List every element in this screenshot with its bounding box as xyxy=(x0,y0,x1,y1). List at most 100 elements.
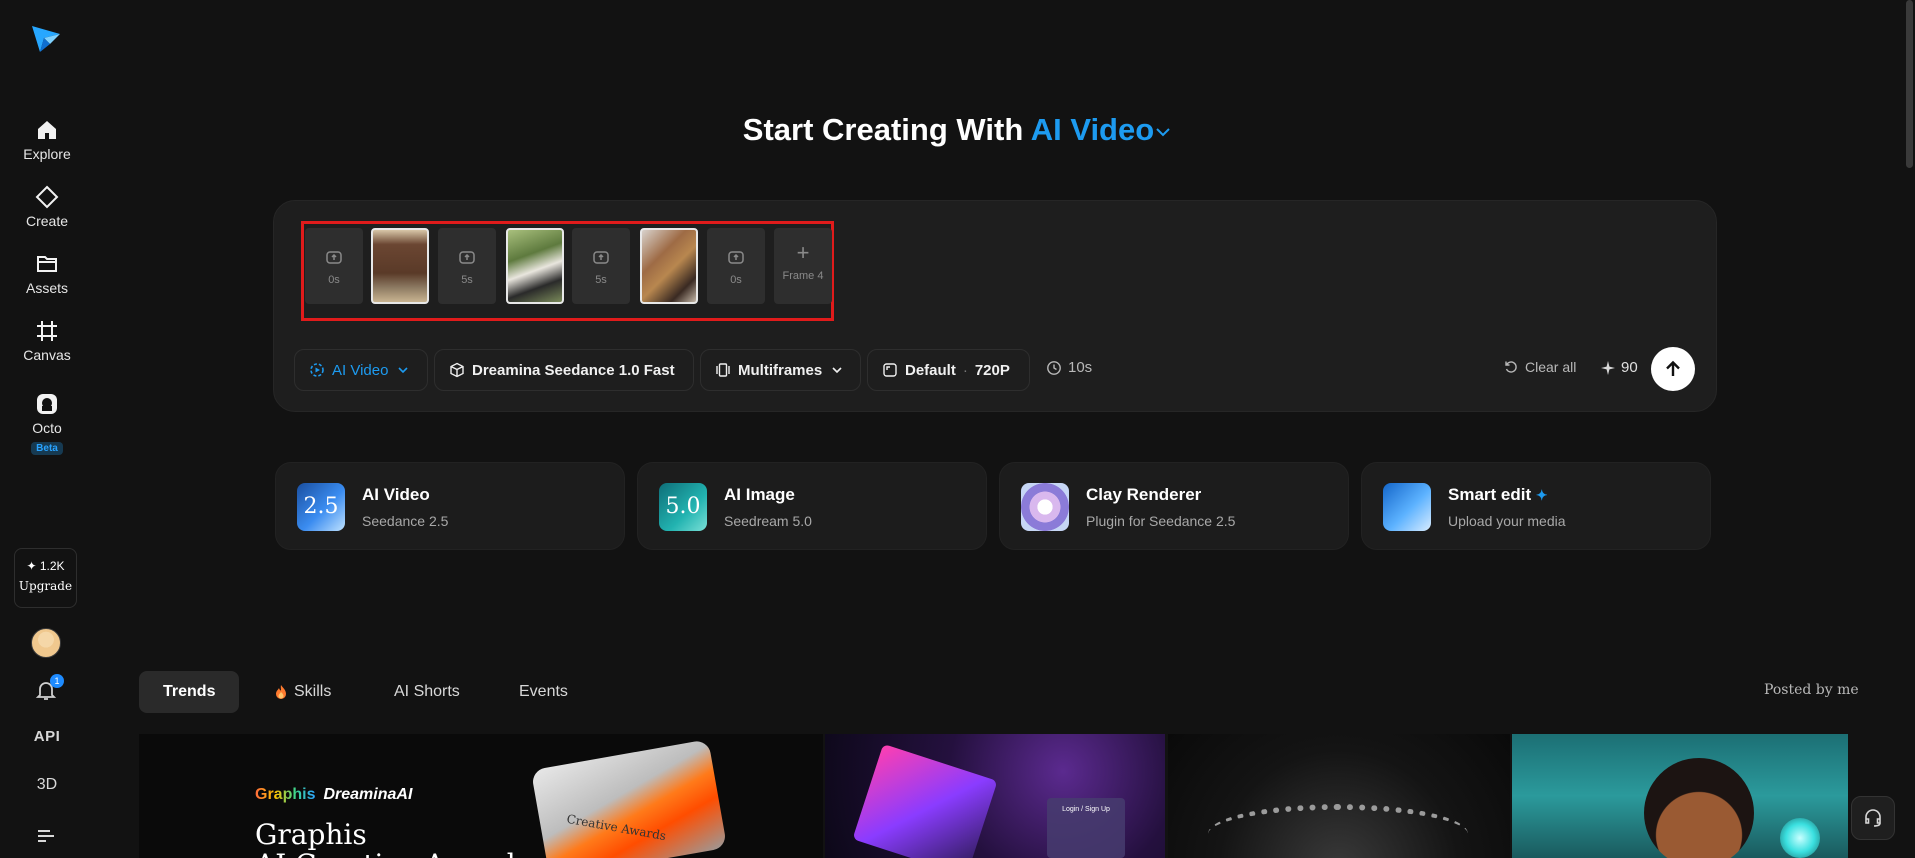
frame-slot[interactable]: 0s xyxy=(305,228,363,304)
cube-icon xyxy=(450,362,464,378)
frame-image-1[interactable] xyxy=(371,228,429,304)
gallery-item-crown[interactable] xyxy=(1168,734,1510,858)
duration-selector[interactable]: 10s xyxy=(1046,359,1092,376)
frame-slot[interactable]: 5s xyxy=(438,228,496,304)
upload-icon xyxy=(326,251,342,264)
model-selector[interactable]: Dreamina Seedance 1.0 Fast xyxy=(434,349,694,391)
card-ai-image[interactable]: 5.0 AI Image Seedream 5.0 xyxy=(637,462,987,550)
chevron-down-icon xyxy=(832,367,842,374)
flower-thumbnail xyxy=(1021,483,1069,531)
frame-slot[interactable]: 5s xyxy=(572,228,630,304)
sidebar-item-label: Octo xyxy=(32,420,62,436)
3d-link[interactable]: 3D xyxy=(0,776,94,794)
reset-icon xyxy=(1505,361,1517,373)
page-title-prefix: Start Creating With xyxy=(742,112,1024,147)
sparkle-icon xyxy=(1601,360,1615,375)
graphis-brand: Graphis DreaminaAI xyxy=(255,786,413,803)
sidebar-item-label: Explore xyxy=(23,146,71,162)
mode-selector[interactable]: AI Video xyxy=(1031,112,1172,147)
feather-thumbnail xyxy=(1383,483,1431,531)
gallery-item-graphis-award[interactable]: GraphisDreaminaAI Graphis AI Creative Aw… xyxy=(139,734,823,858)
generate-button[interactable] xyxy=(1651,347,1695,391)
multiframes-dropdown[interactable]: Multiframes xyxy=(700,349,861,391)
sidebar-item-assets[interactable]: Assets xyxy=(0,252,94,298)
sidebar-item-create[interactable]: Create xyxy=(0,185,94,231)
posted-by-me-filter[interactable]: Posted by me xyxy=(1764,682,1859,698)
sidebar-item-label: Assets xyxy=(25,280,68,296)
plus-icon: + xyxy=(796,240,810,265)
card-subtitle: Upload your media xyxy=(1448,513,1566,529)
upgrade-button[interactable]: ✦ 1.2K Upgrade xyxy=(14,548,77,608)
octo-icon xyxy=(37,394,57,414)
frame-duration: 5s xyxy=(595,274,607,286)
seedream-thumbnail: 5.0 xyxy=(659,483,707,531)
clear-all-button[interactable]: Clear all xyxy=(1503,359,1576,375)
card-ai-video[interactable]: 2.5 AI Video Seedance 2.5 xyxy=(275,462,625,550)
cube-image xyxy=(852,743,998,858)
sidebar-item-canvas[interactable]: Canvas xyxy=(0,319,94,365)
add-frame-label: Frame 4 xyxy=(782,270,824,282)
sidebar-item-label: Canvas xyxy=(23,347,71,363)
login-mock: Login / Sign Up xyxy=(1047,798,1125,858)
seedance-thumbnail: 2.5 xyxy=(297,483,345,531)
frame-image-2[interactable] xyxy=(506,228,564,304)
support-button[interactable] xyxy=(1851,796,1895,840)
credit-cost: 90 xyxy=(1601,359,1638,376)
tab-ai-shorts[interactable]: AI Shorts xyxy=(370,671,484,713)
add-frame-button[interactable]: + Frame 4 xyxy=(774,228,832,304)
flame-icon xyxy=(276,685,286,699)
upload-icon xyxy=(459,251,475,264)
menu-icon[interactable] xyxy=(36,826,56,846)
crown-image xyxy=(1208,804,1468,858)
headset-icon xyxy=(1865,809,1881,827)
sparkle-icon: ✦ xyxy=(1535,487,1548,503)
card-title: Smart edit ✦ xyxy=(1448,485,1548,504)
api-link[interactable]: API xyxy=(0,728,94,745)
tab-skills[interactable]: Skills xyxy=(250,671,355,713)
avatar[interactable] xyxy=(31,628,61,658)
tab-events[interactable]: Events xyxy=(495,671,592,713)
card-title: AI Image xyxy=(724,485,795,504)
mode-dropdown[interactable]: AI Video xyxy=(294,349,428,391)
aspect-resolution-selector[interactable]: Default · 720P xyxy=(867,349,1030,391)
clock-icon xyxy=(1047,360,1061,375)
multiframes-icon xyxy=(716,363,730,377)
upgrade-label: Upgrade xyxy=(18,579,73,593)
award-keycaps-image: Creative Awards xyxy=(530,739,728,858)
chevron-down-icon xyxy=(398,367,409,374)
video-mode-icon xyxy=(310,363,324,377)
page-scrollbar[interactable] xyxy=(1906,0,1913,168)
credits-count: ✦ 1.2K xyxy=(26,559,65,573)
diamond-icon xyxy=(35,185,59,209)
frame-duration: 0s xyxy=(730,274,742,286)
beta-badge: Beta xyxy=(31,442,63,455)
notification-badge: 1 xyxy=(50,674,64,688)
gallery-item-character[interactable] xyxy=(1512,734,1848,858)
frame-duration: 5s xyxy=(461,274,473,286)
card-subtitle: Seedance 2.5 xyxy=(362,513,449,529)
card-subtitle: Seedream 5.0 xyxy=(724,513,812,529)
frame-icon xyxy=(37,321,57,341)
card-title: Clay Renderer xyxy=(1086,485,1202,504)
upload-icon xyxy=(728,251,744,264)
card-smart-edit[interactable]: Smart edit ✦ Upload your media xyxy=(1361,462,1711,550)
gallery-item-neon-cube[interactable]: Login / Sign Up xyxy=(825,734,1165,858)
lamp-image xyxy=(1780,818,1820,858)
gallery-headline: Graphis AI Creative Award xyxy=(255,818,516,858)
aspect-ratio-icon xyxy=(883,363,897,377)
card-subtitle: Plugin for Seedance 2.5 xyxy=(1086,513,1236,529)
card-title: AI Video xyxy=(362,485,430,504)
frame-duration: 0s xyxy=(328,274,340,286)
card-clay-renderer[interactable]: Clay Renderer Plugin for Seedance 2.5 xyxy=(999,462,1349,550)
folder-icon xyxy=(37,256,57,272)
frame-slot[interactable]: 0s xyxy=(707,228,765,304)
chevron-down-icon xyxy=(1156,128,1170,137)
frame-image-3[interactable] xyxy=(640,228,698,304)
dreamina-logo-icon[interactable] xyxy=(30,22,62,54)
tab-trends[interactable]: Trends xyxy=(139,671,240,713)
upload-icon xyxy=(593,251,609,264)
sidebar-item-octo[interactable]: Octo Beta xyxy=(0,392,94,456)
sidebar-item-label: Create xyxy=(25,213,69,229)
page-title: Start Creating With AI Video xyxy=(0,112,1915,148)
arrow-up-icon xyxy=(1666,360,1680,376)
